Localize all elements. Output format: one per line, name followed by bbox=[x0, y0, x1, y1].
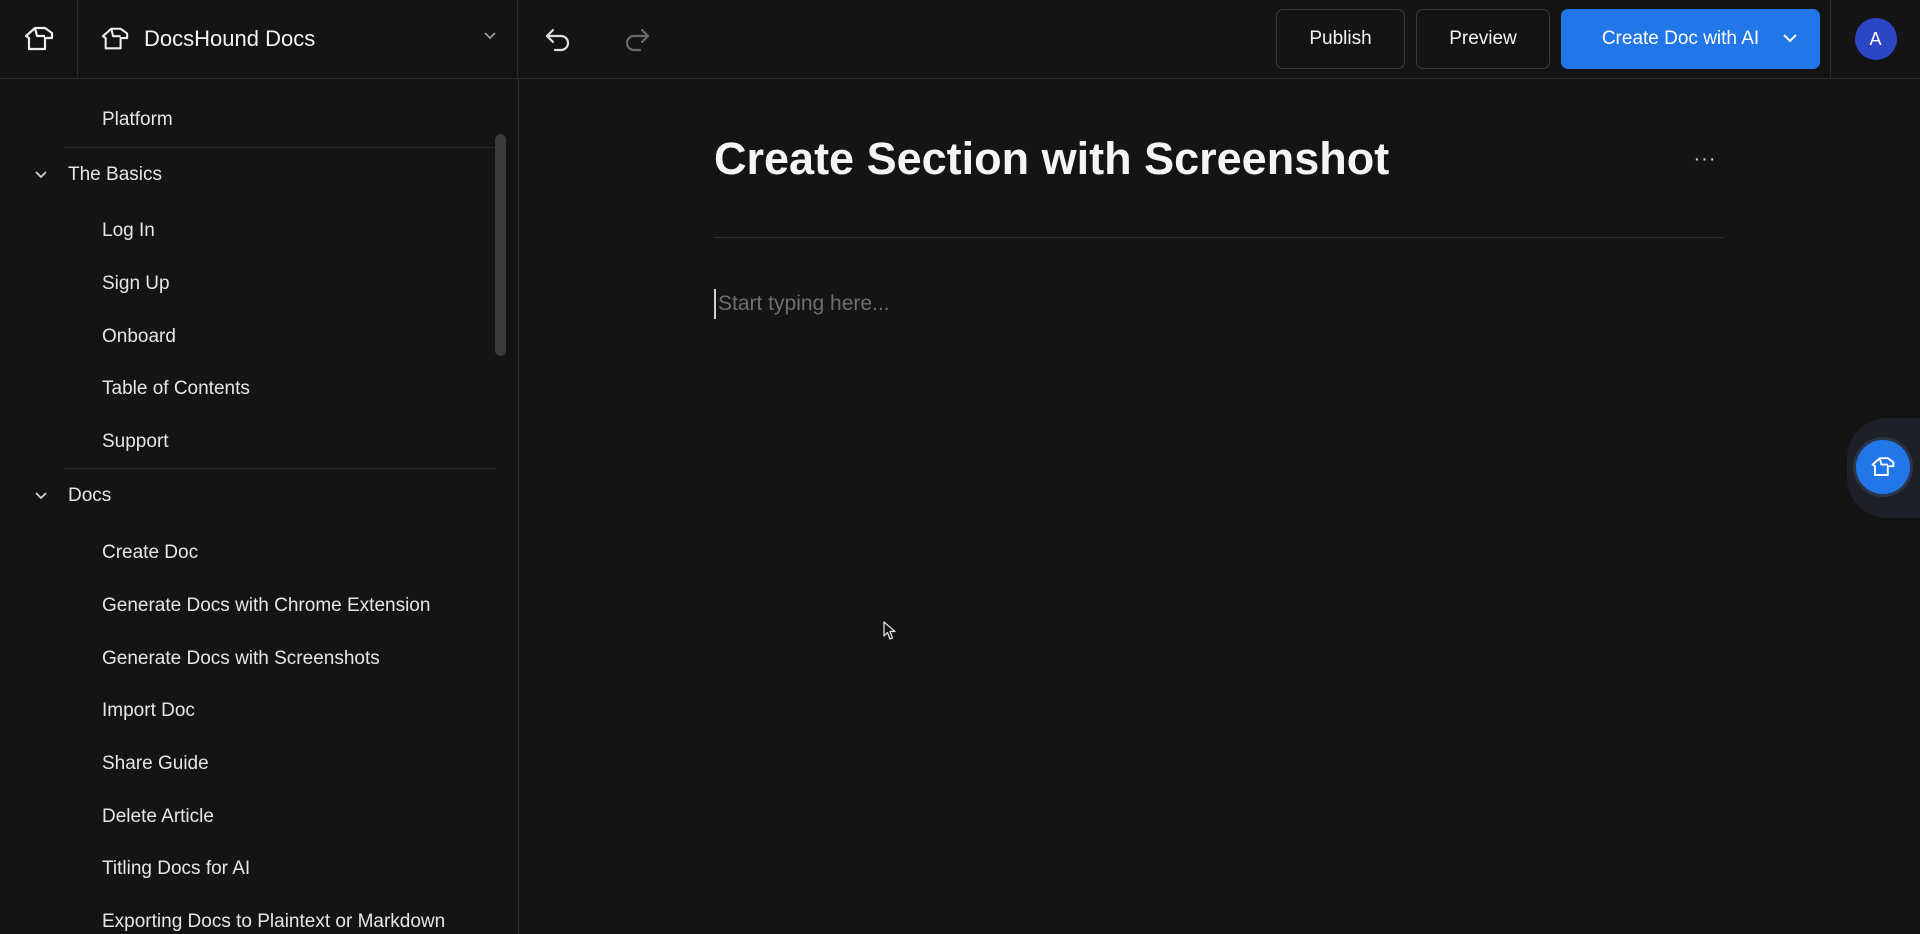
chevron-down-icon bbox=[484, 32, 496, 40]
avatar[interactable]: A bbox=[1854, 18, 1897, 60]
sidebar-scrollbar[interactable] bbox=[495, 134, 506, 356]
docshound-logo-icon bbox=[1871, 457, 1895, 476]
sidebar-item-generate-docs-chrome-extension[interactable]: Generate Docs with Chrome Extension bbox=[102, 595, 430, 617]
undo-icon bbox=[545, 28, 570, 52]
more-options-button[interactable]: ··· bbox=[1687, 147, 1723, 171]
title-divider bbox=[714, 237, 1724, 238]
sidebar-item-table-of-contents[interactable]: Table of Contents bbox=[102, 378, 250, 400]
sidebar-group-label: Docs bbox=[68, 485, 112, 506]
chevron-down-icon bbox=[1783, 34, 1797, 43]
app-logo[interactable] bbox=[0, 0, 78, 78]
sidebar-divider bbox=[64, 147, 496, 148]
assistant-button[interactable] bbox=[1856, 440, 1910, 494]
sidebar-item-import-doc[interactable]: Import Doc bbox=[102, 700, 195, 722]
project-logo-icon bbox=[101, 27, 129, 50]
doc-body-input[interactable]: Start typing here... bbox=[714, 289, 1724, 319]
sidebar-group-docs[interactable]: Docs bbox=[0, 477, 496, 517]
page-title[interactable]: Create Section with Screenshot bbox=[714, 133, 1389, 185]
docshound-logo-icon bbox=[24, 26, 53, 51]
sidebar-item-log-in[interactable]: Log In bbox=[102, 220, 155, 242]
project-selector[interactable]: DocsHound Docs bbox=[78, 0, 518, 78]
sidebar-divider bbox=[64, 468, 496, 469]
project-name: DocsHound Docs bbox=[144, 26, 316, 51]
sidebar-item-sign-up[interactable]: Sign Up bbox=[102, 273, 170, 295]
user-menu[interactable]: A bbox=[1830, 0, 1920, 78]
sidebar-item-create-doc[interactable]: Create Doc bbox=[102, 542, 198, 564]
sidebar-item-onboard[interactable]: Onboard bbox=[102, 326, 176, 348]
create-doc-with-ai-button[interactable]: Create Doc with AI bbox=[1561, 9, 1820, 69]
sidebar-item-exporting-docs[interactable]: Exporting Docs to Plaintext or Markdown bbox=[102, 911, 445, 933]
chevron-down-icon bbox=[35, 171, 47, 179]
sidebar-item-titling-docs-for-ai[interactable]: Titling Docs for AI bbox=[102, 858, 250, 880]
sidebar-item-generate-docs-screenshots[interactable]: Generate Docs with Screenshots bbox=[102, 648, 380, 670]
doc-editor: Create Section with Screenshot ··· Start… bbox=[519, 79, 1920, 934]
sidebar-item-support[interactable]: Support bbox=[102, 431, 169, 453]
publish-button[interactable]: Publish bbox=[1276, 9, 1405, 69]
create-doc-with-ai-label: Create Doc with AI bbox=[1601, 28, 1760, 49]
redo-button[interactable] bbox=[617, 19, 657, 59]
sidebar-group-label: The Basics bbox=[68, 164, 162, 185]
chevron-down-icon bbox=[35, 492, 47, 500]
preview-button[interactable]: Preview bbox=[1416, 9, 1550, 69]
sidebar-item-delete-article[interactable]: Delete Article bbox=[102, 806, 214, 828]
app-window: DocsHound Docs Publish Preview Create Do… bbox=[0, 0, 1920, 934]
top-bar: DocsHound Docs Publish Preview Create Do… bbox=[0, 0, 1920, 79]
redo-icon bbox=[625, 28, 650, 52]
sidebar-nav: Platform The Basics Log In Sign Up Onboa… bbox=[0, 79, 519, 934]
sidebar-item-share-guide[interactable]: Share Guide bbox=[102, 753, 209, 775]
undo-button[interactable] bbox=[538, 19, 578, 59]
mouse-cursor-icon bbox=[883, 621, 896, 640]
sidebar-group-the-basics[interactable]: The Basics bbox=[0, 156, 496, 196]
sidebar-item-platform[interactable]: Platform bbox=[102, 109, 173, 131]
